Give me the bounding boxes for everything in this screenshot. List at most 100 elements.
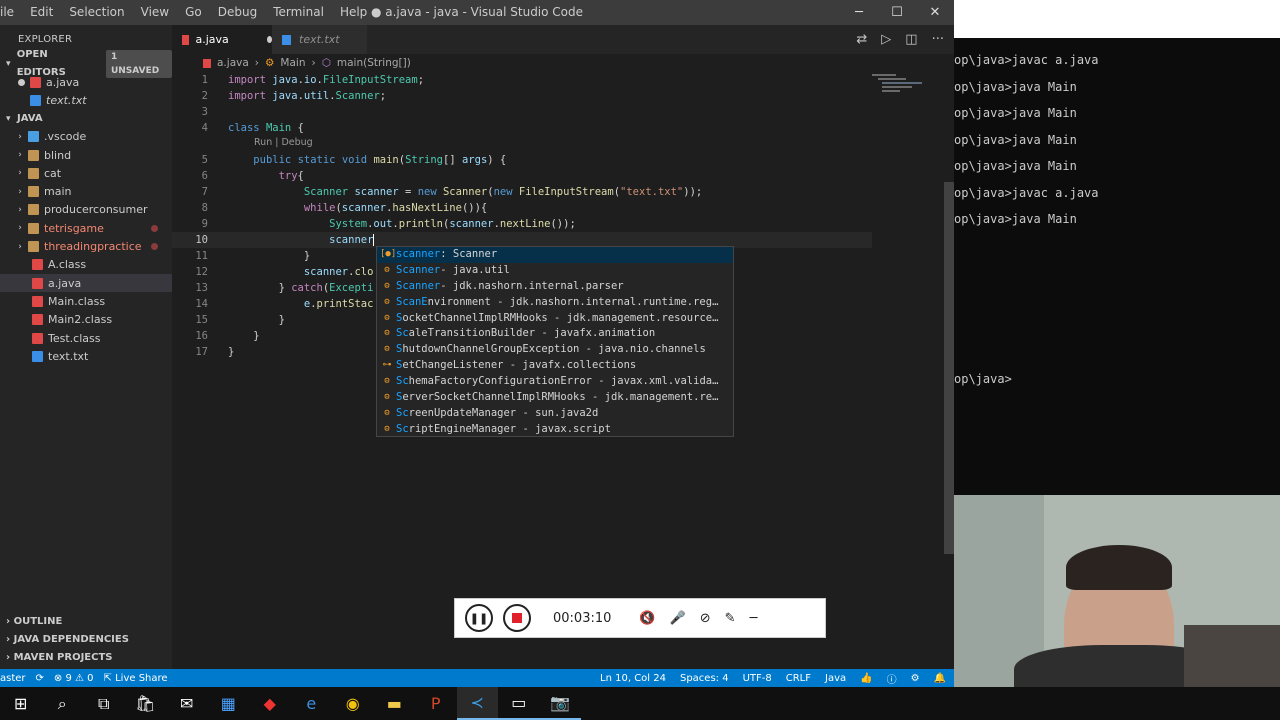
- folder-main[interactable]: › main: [0, 182, 172, 200]
- sync-icon[interactable]: ⟳: [36, 673, 44, 684]
- class-icon: ⚙: [384, 264, 390, 275]
- store-icon[interactable]: 🛍: [125, 687, 167, 720]
- volume-icon[interactable]: 🔇: [639, 611, 655, 626]
- file-a-java[interactable]: a.java: [0, 273, 172, 293]
- indentation[interactable]: Spaces: 4: [680, 673, 729, 684]
- menu-terminal[interactable]: Terminal: [265, 0, 332, 25]
- suggestion-item[interactable]: ⚙ Sc hemaFactoryConfigurationError - javax…: [377, 374, 733, 390]
- menu-go[interactable]: Go: [177, 0, 210, 25]
- language-mode[interactable]: Java: [825, 673, 846, 684]
- webcam-off-icon[interactable]: ⊘: [700, 611, 711, 626]
- tab-a-java[interactable]: a.java: [172, 25, 272, 54]
- suggestion-detail: hutdownChannelGroupException - java.nio.…: [402, 343, 706, 356]
- minimap[interactable]: [872, 72, 932, 102]
- terminal-window[interactable]: op\java>javac a.java op\java>java Main o…: [954, 0, 1280, 495]
- powerpoint-icon[interactable]: P: [415, 687, 457, 720]
- codelens-run-debug[interactable]: Run | Debug: [254, 137, 313, 148]
- suggestion-item[interactable]: ⚙ SocketChannelImplRMHooks - jdk.manageme…: [377, 311, 733, 327]
- windows-taskbar: ⊞ ⌕ ⧉ 🛍 ✉ ▦ ◆ e ◉ ▬ P ≺ ▭ 📷: [0, 687, 1280, 720]
- suggestion-item[interactable]: ⚙ ScanE nvironment - jdk.nashorn.internal.…: [377, 295, 733, 311]
- editor-scrollbar[interactable]: [942, 72, 954, 669]
- open-editor-text-txt[interactable]: text.txt: [0, 91, 172, 109]
- menu-edit[interactable]: Edit: [22, 0, 61, 25]
- menu-selection[interactable]: Selection: [61, 0, 132, 25]
- menu-view[interactable]: View: [133, 0, 177, 25]
- calculator-icon[interactable]: ▦: [208, 687, 250, 720]
- menu-file[interactable]: ile: [0, 0, 22, 25]
- suggestion-item[interactable]: ⚙ ServerSocketChannelImplRMHooks - jdk.ma…: [377, 390, 733, 406]
- search-icon[interactable]: ⌕: [42, 687, 84, 720]
- microphone-icon[interactable]: 🎤: [670, 611, 686, 626]
- split-editor-icon[interactable]: ◫: [905, 32, 917, 47]
- suggestion-match: Sc: [396, 327, 409, 340]
- folder-tetrisgame[interactable]: › tetrisgame: [0, 219, 172, 237]
- outline-section[interactable]: › OUTLINE: [0, 613, 172, 631]
- file-main-class[interactable]: Main.class: [0, 292, 172, 310]
- folder-cat[interactable]: › cat: [0, 164, 172, 182]
- garena-icon[interactable]: ◆: [249, 687, 291, 720]
- folder-producerconsumer[interactable]: › producerconsumer: [0, 201, 172, 219]
- mail-icon[interactable]: ✉: [166, 687, 208, 720]
- edge-icon[interactable]: e: [291, 687, 333, 720]
- suggestion-item[interactable]: ⚙ Sc aleTransitionBuilder - javafx.animati…: [377, 326, 733, 342]
- problems-indicator[interactable]: ⊗ 9 ⚠ 0: [54, 673, 94, 684]
- breadcrumb-class[interactable]: Main: [280, 57, 305, 69]
- line-endings[interactable]: CRLF: [786, 673, 811, 684]
- thumbs-up-icon[interactable]: 👍: [860, 673, 872, 684]
- task-view-icon[interactable]: ⧉: [83, 687, 125, 720]
- suggestion-item[interactable]: ⚙ Sc reenUpdateManager - sun.java2d: [377, 406, 733, 422]
- scrollbar-thumb[interactable]: [944, 182, 954, 554]
- java-dependencies-section[interactable]: › JAVA DEPENDENCIES: [0, 631, 172, 649]
- bell-icon[interactable]: 🔔: [934, 673, 946, 684]
- minimize-icon[interactable]: ─: [840, 0, 878, 25]
- open-editor-a-java[interactable]: a.java: [0, 73, 172, 91]
- suggestion-detail: etChangeListener - javafx.collections: [402, 359, 637, 372]
- file-text-txt[interactable]: text.txt: [0, 347, 172, 365]
- run-icon[interactable]: ▷: [881, 32, 891, 47]
- cursor-position[interactable]: Ln 10, Col 24: [600, 673, 666, 684]
- encoding[interactable]: UTF-8: [743, 673, 772, 684]
- suggestion-item[interactable]: ⊶ SetChangeListener - javafx.collections: [377, 358, 733, 374]
- info-icon[interactable]: ⓘ: [887, 671, 897, 686]
- folder-blind[interactable]: › blind: [0, 146, 172, 164]
- maven-projects-section[interactable]: › MAVEN PROJECTS: [0, 649, 172, 667]
- compare-icon[interactable]: ⇄: [856, 32, 867, 47]
- gear-icon[interactable]: ⚙: [911, 673, 920, 684]
- minimize-recorder-icon[interactable]: ─: [750, 611, 758, 626]
- variable-icon: [●]: [380, 249, 397, 259]
- close-icon[interactable]: ✕: [916, 0, 954, 25]
- java-project-section[interactable]: ▾ JAVA: [0, 110, 172, 128]
- breadcrumb-file[interactable]: a.java: [217, 57, 249, 69]
- maximize-icon[interactable]: ☐: [878, 0, 916, 25]
- pause-button[interactable]: ❚❚: [465, 604, 493, 632]
- open-editors-section[interactable]: ▾ OPEN EDITORS 1 UNSAVED: [0, 49, 172, 78]
- suggestion-item[interactable]: [●] scanner : Scanner: [377, 247, 733, 263]
- breadcrumb-method[interactable]: main(String[]): [337, 57, 411, 69]
- chrome-icon[interactable]: ◉: [332, 687, 374, 720]
- autocomplete-suggestions[interactable]: [●] scanner : Scanner ⚙ Scanner - java.util…: [376, 246, 734, 437]
- cmd-taskbar-icon[interactable]: ▭: [498, 687, 540, 720]
- tab-text-txt[interactable]: text.txt: [272, 25, 367, 54]
- stop-button[interactable]: [503, 604, 531, 632]
- live-share-button[interactable]: ⇱ Live Share: [104, 673, 168, 684]
- suggestion-item[interactable]: ⚙ Scanner - jdk.nashorn.internal.parser: [377, 279, 733, 295]
- pen-icon[interactable]: ✎: [725, 611, 736, 626]
- menu-help[interactable]: Help: [332, 0, 375, 25]
- start-icon[interactable]: ⊞: [0, 687, 42, 720]
- suggestion-item[interactable]: ⚙ ShutdownChannelGroupException - java.ni…: [377, 342, 733, 358]
- suggestion-item[interactable]: ⚙ Sc riptEngineManager - javax.script: [377, 422, 733, 438]
- suggestion-item[interactable]: ⚙ Scanner - java.util: [377, 263, 733, 279]
- camera-taskbar-icon[interactable]: 📷: [539, 687, 581, 720]
- terminal-line: op\java>java Main: [954, 212, 1077, 226]
- class-icon: ⚙: [384, 328, 390, 339]
- more-actions-icon[interactable]: ···: [932, 32, 944, 47]
- file-test-class[interactable]: Test.class: [0, 329, 172, 347]
- menu-debug[interactable]: Debug: [210, 0, 265, 25]
- folder-vscode[interactable]: › .vscode: [0, 128, 172, 146]
- file-explorer-icon[interactable]: ▬: [374, 687, 416, 720]
- git-branch[interactable]: aster: [0, 673, 26, 684]
- file-main2-class[interactable]: Main2.class: [0, 311, 172, 329]
- vscode-taskbar-icon[interactable]: ≺: [456, 687, 498, 720]
- file-a-class[interactable]: A.class: [0, 256, 172, 274]
- folder-threadingpractice[interactable]: › threadingpractice: [0, 237, 172, 255]
